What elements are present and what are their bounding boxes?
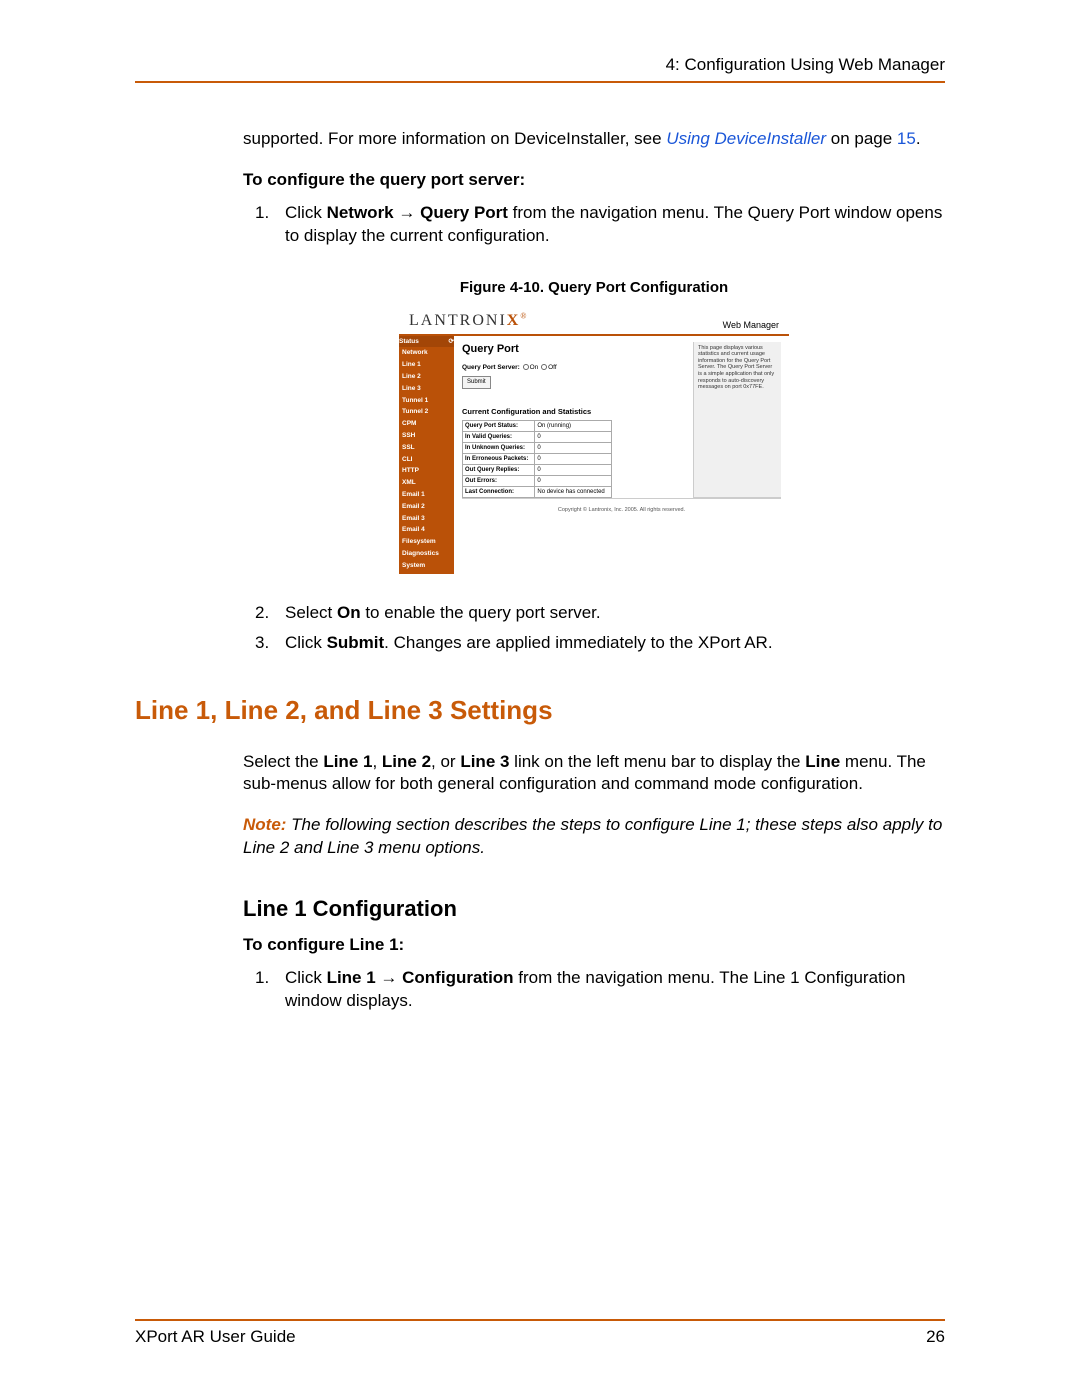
line-settings-heading: Line 1, Line 2, and Line 3 Settings [135, 693, 945, 728]
web-manager-label: Web Manager [723, 319, 779, 331]
step-2: 2. Select On to enable the query port se… [243, 602, 945, 625]
stats-heading: Current Configuration and Statistics [462, 407, 693, 417]
qp-server-row: Query Port Server: On Off [462, 364, 693, 373]
radio-on[interactable] [523, 364, 529, 370]
cfg-step-1: 1. Click Line 1 → Configuration from the… [243, 967, 945, 1013]
footer-pagenum: 26 [926, 1327, 945, 1347]
line1-config-heading: Line 1 Configuration [243, 894, 945, 924]
deviceinstaller-link[interactable]: Using DeviceInstaller [666, 129, 826, 148]
intro-paragraph: supported. For more information on Devic… [243, 128, 945, 151]
query-port-subheading: To configure the query port server: [243, 169, 945, 192]
step-3: 3. Click Submit. Changes are applied imm… [243, 632, 945, 655]
screenshot-copyright: Copyright © Lantronix, Inc. 2005. All ri… [462, 498, 781, 518]
page-footer: XPort AR User Guide 26 [135, 1319, 945, 1347]
submit-button[interactable]: Submit [462, 376, 491, 388]
help-panel: This page displays various statistics an… [693, 342, 781, 499]
footer-title: XPort AR User Guide [135, 1327, 296, 1347]
qp-title: Query Port [462, 342, 693, 357]
line-para: Select the Line 1, Line 2, or Line 3 lin… [243, 751, 945, 797]
figure-caption: Figure 4-10. Query Port Configuration [243, 278, 945, 298]
stats-table: Query Port Status:On (running) In Valid … [462, 420, 612, 499]
query-port-screenshot: LANTRONIX® Web Manager Status⟳ Network L… [399, 306, 789, 574]
page-ref[interactable]: 15 [897, 129, 916, 148]
radio-off[interactable] [541, 364, 547, 370]
note: Note: The following section describes th… [243, 814, 945, 860]
lantronix-logo: LANTRONIX® [409, 310, 528, 332]
screenshot-nav: Status⟳ Network Line 1 Line 2 Line 3 Tun… [399, 336, 454, 574]
configure-line1-sub: To configure Line 1: [243, 934, 945, 957]
chapter-header: 4: Configuration Using Web Manager [135, 55, 945, 83]
step-1: 1. Click Network → Query Port from the n… [243, 202, 945, 248]
